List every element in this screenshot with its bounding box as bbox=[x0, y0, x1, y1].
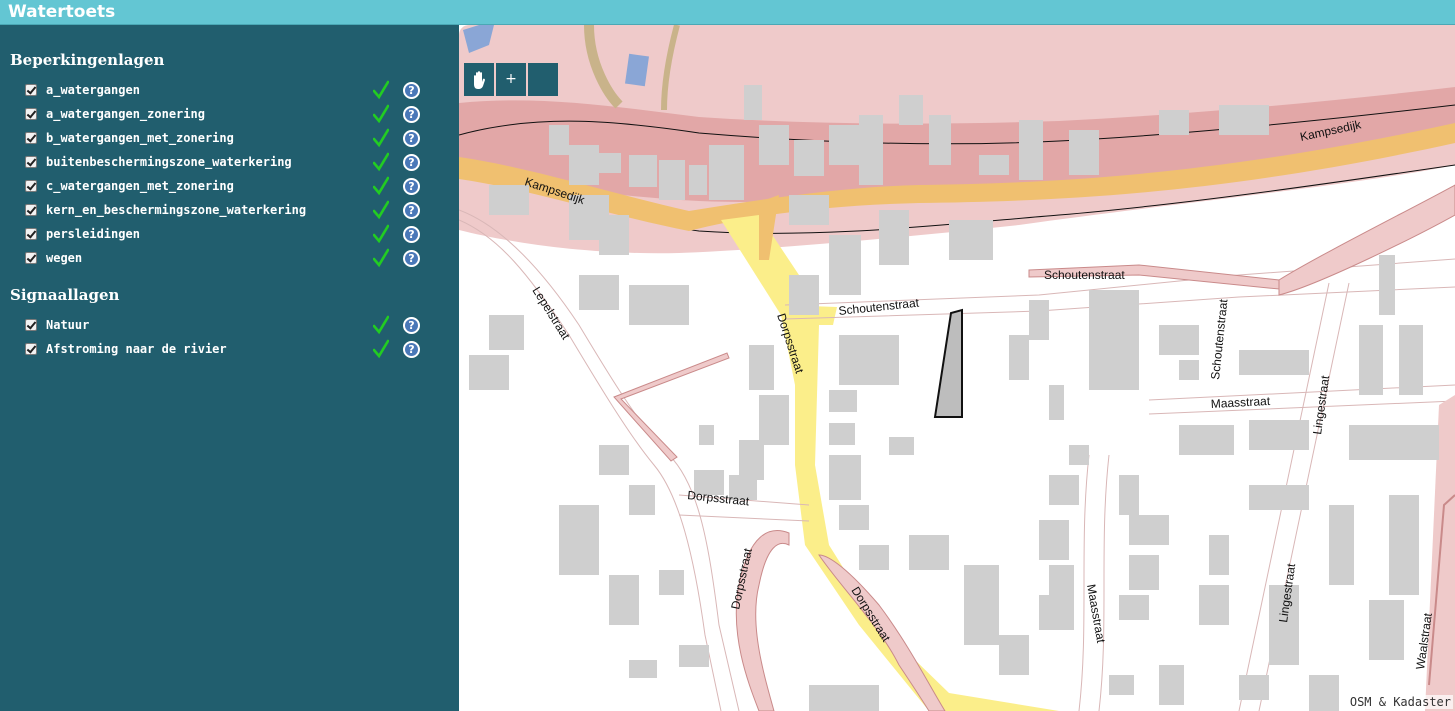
map-attribution: OSM & Kadaster bbox=[1347, 695, 1453, 709]
help-icon[interactable]: ? bbox=[403, 226, 420, 243]
layer-checkbox[interactable] bbox=[25, 204, 37, 216]
layer-checkbox[interactable] bbox=[25, 108, 37, 120]
help-icon[interactable]: ? bbox=[403, 82, 420, 99]
layer-row: persleidingen? bbox=[24, 224, 424, 245]
layer-row: wegen? bbox=[24, 248, 424, 269]
hand-icon bbox=[474, 71, 485, 89]
status-check-icon bbox=[373, 176, 389, 196]
layer-label: a_watergangen bbox=[46, 83, 140, 97]
layer-checkbox[interactable] bbox=[25, 343, 37, 355]
layer-checkbox[interactable] bbox=[25, 132, 37, 144]
help-icon[interactable]: ? bbox=[403, 178, 420, 195]
layer-checkbox[interactable] bbox=[25, 84, 37, 96]
layer-checkbox[interactable] bbox=[25, 319, 37, 331]
help-icon[interactable]: ? bbox=[403, 106, 420, 123]
layer-row: a_watergangen? bbox=[24, 80, 424, 101]
street-label-schoutenstraat-east: Schoutenstraat bbox=[1044, 268, 1125, 282]
layer-checkbox[interactable] bbox=[25, 252, 37, 264]
layer-label: wegen bbox=[46, 251, 83, 265]
zoom-in-button[interactable]: + bbox=[496, 63, 526, 96]
help-icon[interactable]: ? bbox=[403, 154, 420, 171]
layer-row: Afstroming naar de rivier? bbox=[24, 339, 424, 360]
status-check-icon bbox=[373, 80, 389, 100]
layer-label: c_watergangen_met_zonering bbox=[46, 179, 234, 193]
status-check-icon bbox=[373, 152, 389, 172]
status-check-icon bbox=[373, 104, 389, 124]
layer-row: a_watergangen_zonering? bbox=[24, 104, 424, 125]
layer-label: persleidingen bbox=[46, 227, 140, 241]
layer-row: kern_en_beschermingszone_waterkering? bbox=[24, 200, 424, 221]
layer-row: buitenbeschermingszone_waterkering? bbox=[24, 152, 424, 173]
signal-layers-title: Signaallagen bbox=[10, 286, 120, 304]
map-view[interactable]: Kampsedijk Kampsedijk Schoutenstraat Sch… bbox=[459, 25, 1455, 711]
help-icon[interactable]: ? bbox=[403, 130, 420, 147]
layer-label: Natuur bbox=[46, 318, 90, 332]
layer-label: b_watergangen_met_zonering bbox=[46, 131, 234, 145]
layer-label: kern_en_beschermingszone_waterkering bbox=[46, 203, 307, 217]
status-check-icon bbox=[373, 339, 389, 359]
layer-row: b_watergangen_met_zonering? bbox=[24, 128, 424, 149]
help-icon[interactable]: ? bbox=[403, 341, 420, 358]
layer-checkbox[interactable] bbox=[25, 156, 37, 168]
status-check-icon bbox=[373, 315, 389, 335]
layer-row: c_watergangen_met_zonering? bbox=[24, 176, 424, 197]
layer-panel: Beperkingenlagen a_watergangen? a_waterga… bbox=[0, 25, 459, 711]
status-check-icon bbox=[373, 224, 389, 244]
layer-label: Afstroming naar de rivier bbox=[46, 342, 227, 356]
layer-checkbox[interactable] bbox=[25, 180, 37, 192]
map-navigation-toolbar: - + bbox=[464, 63, 558, 96]
layer-label: a_watergangen_zonering bbox=[46, 107, 205, 121]
pan-button[interactable] bbox=[474, 63, 558, 96]
help-icon[interactable]: ? bbox=[403, 250, 420, 267]
help-icon[interactable]: ? bbox=[403, 202, 420, 219]
layer-checkbox[interactable] bbox=[25, 228, 37, 240]
map-canvas[interactable]: Kampsedijk Kampsedijk Schoutenstraat Sch… bbox=[459, 25, 1455, 711]
status-check-icon bbox=[373, 200, 389, 220]
restriction-layers-title: Beperkingenlagen bbox=[10, 51, 165, 69]
layer-label: buitenbeschermingszone_waterkering bbox=[46, 155, 292, 169]
layer-row: Natuur? bbox=[24, 315, 424, 336]
app-title: Watertoets bbox=[0, 0, 1455, 25]
status-check-icon bbox=[373, 248, 389, 268]
status-check-icon bbox=[373, 128, 389, 148]
help-icon[interactable]: ? bbox=[403, 317, 420, 334]
